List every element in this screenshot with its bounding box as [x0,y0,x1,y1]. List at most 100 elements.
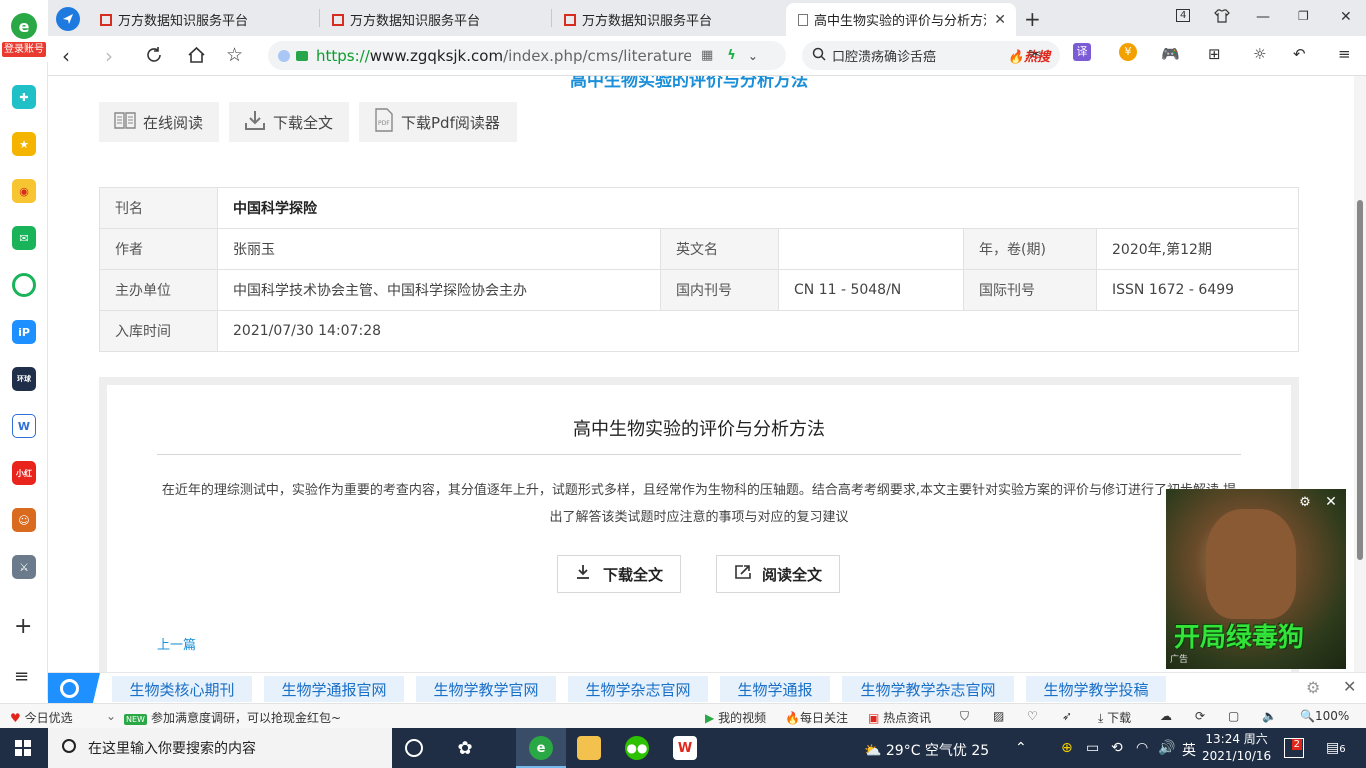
keyword-link[interactable]: 生物类核心期刊 [112,676,252,702]
close-keywords-icon[interactable]: ✕ [1343,677,1356,696]
game-controller-icon[interactable]: 🎮 [1161,45,1180,63]
new-tab-button[interactable]: + [1024,7,1041,31]
article-download-button[interactable]: 下载全文 [557,555,681,593]
hot-news-item[interactable]: ▣ 热点资讯 [868,709,931,726]
taskbar-search-input[interactable]: 在这里输入你要搜索的内容 [48,728,392,768]
keyword-link[interactable]: 生物学教学官网 [416,676,556,702]
advertisement-popup[interactable]: 开局绿毒狗 ⚙ ✕ 广告 [1166,489,1346,669]
previous-article-link[interactable]: 上一篇 [157,634,196,653]
keyword-link[interactable]: 生物学教学投稿 [1026,676,1166,702]
ime-indicator[interactable]: 英 [1182,740,1196,760]
browser-logo-icon[interactable]: e [11,13,37,39]
address-bar[interactable]: https://www.zgqksjk.com/index.php/cms/li… [268,41,786,70]
download-full-button[interactable]: 下载全文 [229,102,349,142]
search-suggestion[interactable]: 口腔溃疡确诊舌癌 [832,46,936,65]
wechat-icon[interactable]: ●● [625,736,649,760]
apps-grid-icon[interactable]: ⊞ [1208,45,1221,63]
login-button[interactable]: 登录账号 [2,42,46,57]
keyword-link[interactable]: 生物学通报官网 [264,676,404,702]
zoom-control[interactable]: 🔍100% [1300,709,1349,723]
link-icon[interactable] [12,273,36,297]
scissors-icon[interactable]: ✂ [1029,45,1042,63]
url-text[interactable]: https://www.zgqksjk.com/index.php/cms/li… [316,47,691,65]
heartbeat-icon[interactable]: ♡ [1027,709,1038,723]
add-app-button[interactable]: + [14,614,32,639]
shield-icon[interactable]: ⛉ [960,709,969,724]
chevron-down-icon[interactable]: ⌄ [748,49,758,63]
huanqiu-news-icon[interactable]: 环球 [12,367,36,391]
brightness-icon[interactable]: ☼ [1253,45,1266,63]
my-video-item[interactable]: ▶ 我的视频 [705,709,766,726]
today-picks-item[interactable]: ♥ 今日优选 [10,709,73,726]
tray-sync-icon[interactable]: ⟲ [1111,740,1123,756]
forward-button[interactable]: › [105,44,113,68]
task-view-icon[interactable]: ✿ [453,736,477,760]
word-doc-icon[interactable]: W [12,414,36,438]
system-clock[interactable]: 13:24 周六 2021/10/16 [1202,731,1271,765]
keyword-link[interactable]: 生物学教学杂志官网 [842,676,1014,702]
minimize-button[interactable]: — [1256,9,1270,25]
speed-mode-icon[interactable]: ϟ [727,48,736,63]
window-icon[interactable]: ▢ [1228,709,1239,723]
page-scrollbar[interactable] [1354,76,1366,672]
chevron-down-icon[interactable]: ⌄ [106,709,116,723]
home-icon[interactable] [187,45,206,69]
navigation-icon[interactable] [56,7,80,31]
settings-gear-icon[interactable]: ⚙ [1306,678,1320,697]
qr-grid-icon[interactable]: ▦ [701,48,713,63]
refresh-icon[interactable] [145,45,163,69]
rocket-icon[interactable]: ➶ [1062,709,1072,723]
translate-icon[interactable]: 译 [1073,43,1091,61]
action-center-icon[interactable]: ▤6 [1326,740,1346,756]
tab-2[interactable]: 万方数据知识服务平台 [320,3,550,36]
image-icon[interactable]: ▨ [993,709,1004,723]
favorites-star-icon[interactable]: ★ [12,132,36,156]
tray-battery-icon[interactable]: ▭ [1086,740,1099,756]
bookmark-star-icon[interactable]: ☆ [226,44,243,66]
keyword-link[interactable]: 生物学通报 [720,676,830,702]
read-online-button[interactable]: 在线阅读 [99,102,219,142]
undo-icon[interactable]: ↶ [1293,45,1306,63]
xiaohongshu-icon[interactable]: 小红 [12,461,36,485]
cortana-icon[interactable] [405,739,423,757]
chevron-up-icon[interactable]: ⌃ [1015,740,1027,756]
search-box[interactable]: 口腔溃疡确诊舌癌 🔥热搜 [802,41,1060,70]
back-button[interactable]: ‹ [62,44,70,68]
download-item[interactable]: ⤓ 下载 [1098,709,1131,726]
sidebar-menu-icon[interactable]: ≡ [14,666,29,687]
scrollbar-thumb[interactable] [1357,200,1363,560]
mail-icon[interactable]: ✉ [12,226,36,250]
windows-start-icon[interactable] [15,740,31,756]
sync-icon[interactable]: ⟳ [1195,709,1205,723]
tab-active[interactable]: 高中生物实验的评价与分析方法 ✕ [786,3,1016,36]
ad-close-icon[interactable]: ✕ [1320,491,1342,513]
coupon-icon[interactable]: ¥ [1119,43,1137,61]
tab-count-badge[interactable]: 4 [1176,9,1191,22]
weibo-icon[interactable]: ◉ [12,179,36,203]
360-browser-taskbar-icon[interactable]: e [529,736,553,760]
site-info-icon[interactable] [278,49,290,62]
game-character-icon[interactable]: ☺ [12,508,36,532]
tab-3[interactable]: 万方数据知识服务平台 [552,3,782,36]
wifi-icon[interactable]: ◠ [1136,740,1148,756]
restore-button[interactable]: ❐ [1298,9,1309,23]
weather-widget[interactable]: ⛅ 29°C 空气优 25 [864,740,989,760]
tab-1[interactable]: 万方数据知识服务平台 [88,3,318,36]
close-window-button[interactable]: ✕ [1340,9,1352,25]
game-shooter-icon[interactable]: ⚔ [12,555,36,579]
download-pdf-reader-button[interactable]: PDF 下载Pdf阅读器 [359,102,517,142]
cloud-icon[interactable]: ☁ [1160,709,1172,723]
ad-settings-icon[interactable]: ⚙ [1294,491,1316,513]
health-plus-icon[interactable]: ✚ [12,85,36,109]
ip-tool-icon[interactable]: iP [12,320,36,344]
tray-app-icon[interactable]: ⊕ [1061,740,1073,756]
wps-office-icon[interactable]: W [673,736,697,760]
news-item[interactable]: NEW 参加满意度调研，可以抢现金红包~ [124,709,341,726]
volume-icon[interactable]: 🔊 [1158,740,1175,756]
article-read-button[interactable]: 阅读全文 [716,555,840,593]
close-tab-icon[interactable]: ✕ [994,12,1006,28]
notification-app-icon[interactable]: 2 [1284,738,1304,758]
file-explorer-icon[interactable] [577,736,601,760]
menu-icon[interactable]: ≡ [1338,45,1351,63]
shirt-skin-icon[interactable] [1214,9,1230,27]
